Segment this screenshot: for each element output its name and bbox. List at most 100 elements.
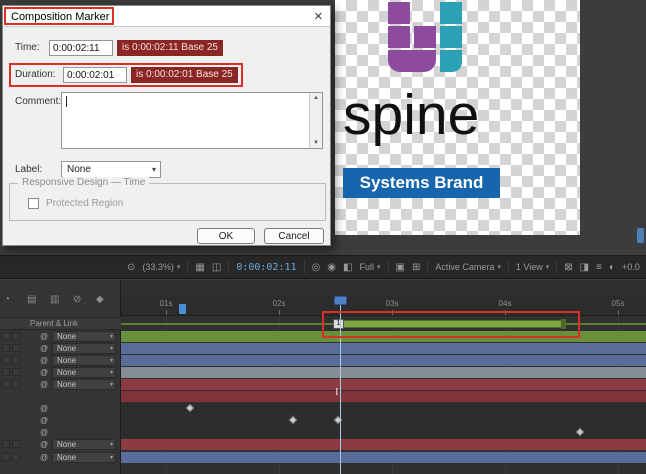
parent-select[interactable]: None▾ <box>52 452 116 463</box>
resolution-icon[interactable]: ◧ <box>343 262 352 273</box>
exposure-icon[interactable]: ◐ <box>609 262 615 273</box>
duration-input[interactable] <box>63 67 127 83</box>
parent-pickwhip-icon[interactable]: @ <box>40 356 48 365</box>
layer-switch-box[interactable] <box>2 380 10 388</box>
current-time-indicator-handle[interactable] <box>334 296 347 305</box>
camera-select[interactable]: Active Camera <box>435 262 494 272</box>
frame-blending-icon[interactable]: ⊘ <box>73 294 81 305</box>
parent-pickwhip-icon[interactable]: @ <box>40 453 48 462</box>
pixel-aspect-icon[interactable]: ⊠ <box>564 262 572 273</box>
motion-blur-icon[interactable]: ◆ <box>96 294 104 305</box>
property-pickwhip-icon[interactable]: @ <box>40 428 48 437</box>
layer-bar-blue[interactable] <box>121 452 646 463</box>
composition-marker-duration-bar[interactable] <box>333 320 566 328</box>
protected-region-checkbox[interactable] <box>28 198 39 209</box>
ibeam-cursor: I <box>335 386 339 398</box>
layer-switch-box[interactable] <box>12 344 20 352</box>
layer-bar-blue[interactable] <box>121 355 646 366</box>
layer-bar-blue[interactable] <box>121 343 646 354</box>
composition-marker-end-handle[interactable] <box>561 319 566 329</box>
zoom-level-select[interactable]: (33.3%) <box>142 262 174 272</box>
layer-bar-maroon[interactable] <box>121 379 646 390</box>
parent-pickwhip-icon[interactable]: @ <box>40 368 48 377</box>
layer-row[interactable]: @ None▾ <box>0 367 121 378</box>
parent-select[interactable]: None▾ <box>52 331 116 342</box>
property-row[interactable]: @ <box>0 415 121 426</box>
property-track <box>121 415 646 426</box>
parent-select[interactable]: None▾ <box>52 439 116 450</box>
fast-preview-icon[interactable]: ◨ <box>580 262 589 273</box>
layer-switch-box[interactable] <box>12 440 20 448</box>
view-layout-select[interactable]: 1 View <box>516 262 543 272</box>
chevron-down-icon: ▾ <box>110 455 113 461</box>
layer-bar-maroon[interactable] <box>121 391 646 402</box>
property-row[interactable]: @ <box>0 403 121 414</box>
textarea-scrollbar[interactable]: ▲ ▼ <box>309 93 322 148</box>
layer-switch-box[interactable] <box>2 368 10 376</box>
parent-pickwhip-icon[interactable]: @ <box>40 380 48 389</box>
parent-select[interactable]: None▾ <box>52 355 116 366</box>
timeline-track-area[interactable]: 01s 02s 03s 04s 05s 1 <box>121 280 646 474</box>
layer-bar-green[interactable] <box>121 331 646 342</box>
draft-3d-icon[interactable]: ▤ <box>27 294 36 305</box>
layer-row[interactable]: @ None▾ <box>0 379 121 390</box>
ruler-label: 02s <box>266 299 292 308</box>
transparency-grid-icon[interactable]: ⊞ <box>412 262 420 273</box>
time-input[interactable] <box>49 40 113 56</box>
parent-select[interactable]: None▾ <box>52 367 116 378</box>
layer-switch-box[interactable] <box>12 332 20 340</box>
property-pickwhip-icon[interactable]: @ <box>40 416 48 425</box>
resolution-select[interactable]: Full <box>359 262 374 272</box>
parent-select-value: None <box>57 332 76 341</box>
composition-marker-flag[interactable]: 1 <box>333 319 344 329</box>
composition-marker-dialog[interactable]: Composition Marker ✕ Time: is 0:00:02:11… <box>2 5 331 246</box>
layer-switch-box[interactable] <box>2 344 10 352</box>
comp-mini-flowchart-icon[interactable]: ◔ <box>4 294 10 305</box>
layer-switch-box[interactable] <box>12 453 20 461</box>
snapshot-icon[interactable]: ◎ <box>312 262 321 273</box>
layer-row[interactable]: @ None▾ <box>0 439 121 450</box>
property-pickwhip-icon[interactable]: @ <box>40 404 48 413</box>
current-timecode[interactable]: 0:00:02:11 <box>236 262 296 273</box>
layer-switch-box[interactable] <box>12 368 20 376</box>
parent-pickwhip-icon[interactable]: @ <box>40 440 48 449</box>
comment-textarea[interactable]: ▲ ▼ <box>61 92 323 149</box>
layer-switch-box[interactable] <box>12 356 20 364</box>
cancel-button[interactable]: Cancel <box>264 228 324 244</box>
parent-select[interactable]: None▾ <box>52 343 116 354</box>
panel-menu-icon[interactable]: ≡ <box>596 262 602 273</box>
layer-row[interactable]: @ None▾ <box>0 355 121 366</box>
ruler-marker[interactable] <box>179 304 186 314</box>
dialog-title-bar[interactable]: Composition Marker ✕ <box>3 6 330 27</box>
show-channel-icon[interactable]: ◉ <box>327 262 336 273</box>
layer-row[interactable]: @ None▾ <box>0 452 121 463</box>
label-select[interactable]: None ▾ <box>61 161 161 178</box>
layer-switch-box[interactable] <box>2 332 10 340</box>
panel-scrollbar-thumb[interactable] <box>637 228 644 243</box>
chevron-down-icon: ▾ <box>110 382 113 388</box>
region-of-interest-icon[interactable]: ▣ <box>396 262 405 273</box>
layer-bar-gray[interactable] <box>121 367 646 378</box>
layer-row[interactable]: @ None▾ <box>0 343 121 354</box>
parent-select[interactable]: None▾ <box>52 379 116 390</box>
current-time-indicator-line[interactable] <box>340 296 341 474</box>
hide-shy-layers-icon[interactable]: ▥ <box>50 294 59 305</box>
exposure-value[interactable]: +0.0 <box>622 262 640 272</box>
layer-switch-box[interactable] <box>2 440 10 448</box>
magnification-icon[interactable]: ⊙ <box>127 262 135 273</box>
time-ruler[interactable]: 01s 02s 03s 04s 05s <box>121 296 646 316</box>
layer-bar-maroon[interactable] <box>121 439 646 450</box>
scroll-up-icon[interactable]: ▲ <box>313 95 319 101</box>
layer-switch-box[interactable] <box>2 356 10 364</box>
layer-switch-box[interactable] <box>12 380 20 388</box>
mask-visibility-icon[interactable]: ◫ <box>212 262 221 273</box>
ok-button[interactable]: OK <box>197 228 255 244</box>
layer-switch-box[interactable] <box>2 453 10 461</box>
grid-guides-icon[interactable]: ▦ <box>195 262 204 273</box>
layer-row[interactable]: @ None▾ <box>0 331 121 342</box>
parent-pickwhip-icon[interactable]: @ <box>40 344 48 353</box>
property-row[interactable]: @ <box>0 427 121 438</box>
scroll-down-icon[interactable]: ▼ <box>313 140 319 146</box>
parent-pickwhip-icon[interactable]: @ <box>40 332 48 341</box>
close-icon[interactable]: ✕ <box>314 10 323 23</box>
